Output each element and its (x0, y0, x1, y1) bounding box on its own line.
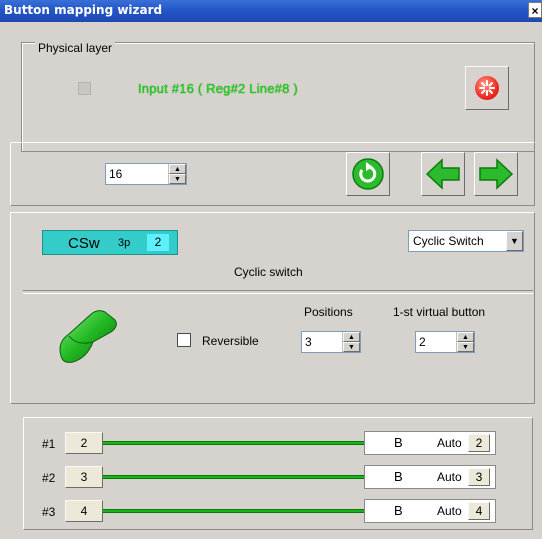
input-number-spinner[interactable]: 16 ▲ ▼ (105, 163, 187, 185)
switch-type-select-value[interactable]: Cyclic Switch (413, 234, 484, 248)
chevron-down-icon[interactable]: ▼ (506, 231, 523, 251)
switch-count: 2 (147, 234, 169, 251)
mapping-line (103, 441, 364, 445)
physical-layer-group (21, 42, 535, 152)
mapping-row-label: #1 (42, 437, 56, 451)
physical-enable-checkbox (78, 82, 91, 95)
physical-button[interactable]: 3 (65, 466, 103, 488)
mapping-mode: Auto (437, 436, 462, 450)
spin-up-button[interactable]: ▲ (457, 332, 474, 342)
spinner-buttons: ▲ ▼ (342, 332, 360, 352)
spin-down-button[interactable]: ▼ (169, 174, 186, 184)
mapping-row-label: #3 (42, 505, 56, 519)
green-refresh-icon (352, 158, 384, 190)
back-button[interactable] (421, 152, 465, 196)
positions-label: Positions (304, 305, 353, 319)
divider (23, 290, 533, 294)
switch-type-select[interactable]: Cyclic Switch ▼ (408, 230, 524, 252)
mapping-letter: B (394, 503, 403, 518)
spin-up-button[interactable]: ▲ (169, 164, 186, 174)
green-arrow-right-icon (479, 158, 514, 190)
switch-description: Cyclic switch (234, 265, 303, 279)
mapping-line (103, 509, 364, 513)
spinner-buttons: ▲ ▼ (168, 164, 186, 184)
mapping-target-button[interactable]: 2 (468, 434, 490, 452)
green-arrow-left-icon (425, 158, 460, 190)
red-star-icon (475, 76, 499, 100)
virtual-button-spinner[interactable]: 2 ▲ ▼ (415, 331, 475, 353)
spin-down-button[interactable]: ▼ (343, 342, 360, 352)
positions-spinner[interactable]: 3 ▲ ▼ (301, 331, 361, 353)
positions-value[interactable]: 3 (305, 335, 312, 349)
switch-positions-sub: 3p (118, 237, 131, 249)
spinner-buttons: ▲ ▼ (456, 332, 474, 352)
virtual-button-label: 1-st virtual button (393, 305, 486, 319)
mapping-mode: Auto (437, 470, 462, 484)
forward-button[interactable] (474, 152, 518, 196)
mapping-mode: Auto (437, 504, 462, 518)
reset-button[interactable] (465, 66, 509, 110)
mapping-row-label: #2 (42, 471, 56, 485)
knob-icon (59, 310, 117, 363)
reversible-label: Reversible (202, 334, 259, 348)
physical-layer-label: Physical layer (35, 41, 116, 55)
refresh-button[interactable] (346, 152, 390, 196)
mapping-letter: B (394, 469, 403, 484)
switch-type-button[interactable]: CSw 3p 2 (42, 230, 178, 255)
mapping-target-button[interactable]: 3 (468, 468, 490, 486)
close-button[interactable]: × (528, 2, 542, 18)
physical-button[interactable]: 4 (65, 500, 103, 522)
mapping-target-button[interactable]: 4 (468, 502, 490, 520)
input-info-text: Input #16 ( Reg#2 Line#8 ) (138, 81, 298, 96)
spin-down-button[interactable]: ▼ (457, 342, 474, 352)
virtual-mapping[interactable]: B Auto 2 (364, 431, 496, 455)
spin-up-button[interactable]: ▲ (343, 332, 360, 342)
mapping-letter: B (394, 435, 403, 450)
virtual-button-value[interactable]: 2 (419, 335, 426, 349)
switch-type-label: CSw (68, 235, 100, 252)
physical-button[interactable]: 2 (65, 432, 103, 454)
title-bar: Button mapping wizard × (0, 0, 542, 22)
virtual-mapping[interactable]: B Auto 4 (364, 499, 496, 523)
reversible-checkbox[interactable] (177, 333, 191, 347)
virtual-mapping[interactable]: B Auto 3 (364, 465, 496, 489)
input-number-value[interactable]: 16 (109, 167, 122, 181)
window-title: Button mapping wizard (4, 3, 163, 17)
mapping-line (103, 475, 364, 479)
